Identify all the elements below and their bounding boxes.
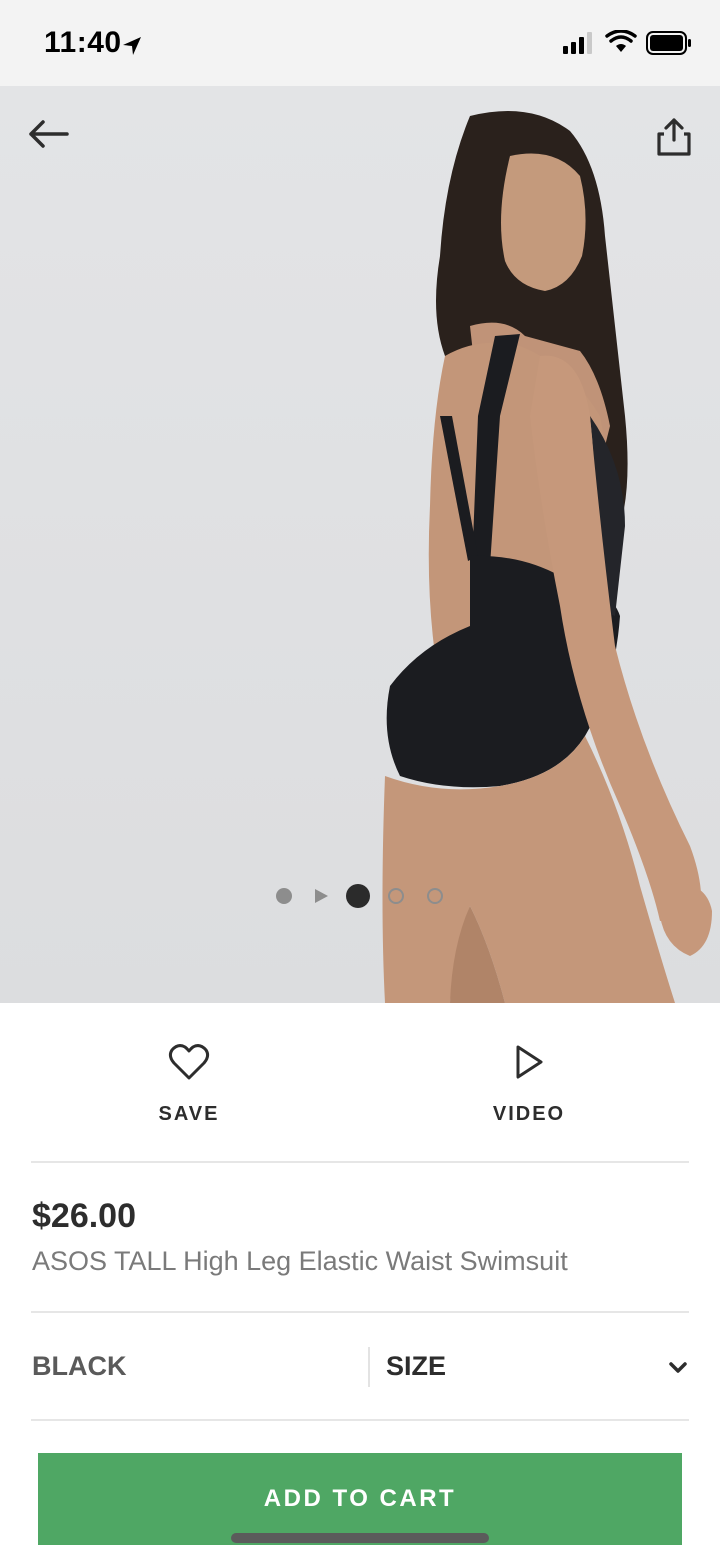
gallery-pagination[interactable] (0, 884, 720, 908)
gallery-dot-active[interactable] (346, 884, 370, 908)
divider (31, 1419, 689, 1421)
wifi-icon (605, 30, 637, 52)
product-photo (382, 111, 712, 1003)
product-price: $26.00 (32, 1197, 136, 1235)
gallery-dot[interactable] (427, 888, 443, 904)
arrow-left-icon (29, 120, 69, 148)
chevron-down-icon (669, 1362, 687, 1373)
battery-icon (646, 31, 691, 55)
size-dropdown[interactable]: SIZE (386, 1343, 696, 1393)
add-to-cart-button[interactable]: ADD TO CART (38, 1453, 682, 1545)
share-icon (657, 118, 691, 156)
product-image[interactable] (0, 86, 720, 1003)
product-actions: SAVE VIDEO (0, 1003, 720, 1161)
variant-selectors: BLACK SIZE (0, 1313, 720, 1421)
status-time: 11:40 (44, 26, 122, 59)
share-button[interactable] (650, 112, 698, 160)
gallery-dot[interactable] (276, 888, 292, 904)
heart-icon (168, 1044, 210, 1080)
location-arrow-icon (123, 37, 141, 55)
selector-divider (368, 1347, 370, 1387)
home-indicator[interactable] (231, 1533, 489, 1543)
play-icon (516, 1045, 543, 1079)
video-label: VIDEO (492, 1103, 566, 1125)
back-button[interactable] (24, 114, 72, 154)
video-button[interactable]: VIDEO (439, 1033, 619, 1143)
save-button[interactable]: SAVE (99, 1033, 279, 1143)
gallery-dot[interactable] (388, 888, 404, 904)
status-bar: 11:40 (0, 0, 720, 86)
cellular-signal-icon (563, 32, 592, 54)
save-label: SAVE (158, 1103, 220, 1125)
play-icon[interactable] (312, 887, 330, 905)
product-name: ASOS TALL High Leg Elastic Waist Swimsui… (32, 1246, 568, 1276)
size-label: SIZE (386, 1351, 447, 1381)
color-value: BLACK (32, 1351, 127, 1381)
divider (31, 1161, 689, 1163)
